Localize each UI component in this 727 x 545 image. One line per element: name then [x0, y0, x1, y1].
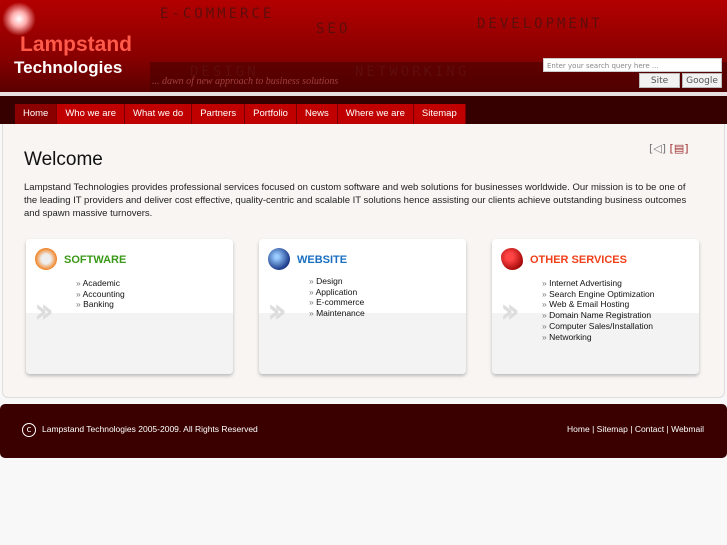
- watermark: SEO: [316, 21, 351, 37]
- footer: c Lampstand Technologies 2005-2009. All …: [0, 404, 727, 458]
- footer-link-sitemap[interactable]: Sitemap: [597, 424, 628, 434]
- print-icon[interactable]: [▤]: [670, 142, 689, 155]
- card-title[interactable]: OTHER SERVICES: [530, 254, 627, 266]
- list-item[interactable]: Domain Name Registration: [542, 310, 654, 321]
- watermark: DEVELOPMENT: [477, 16, 603, 32]
- card-title[interactable]: SOFTWARE: [64, 254, 126, 266]
- nav-partners[interactable]: Partners: [192, 104, 246, 124]
- watermark: NETWORKING: [355, 64, 470, 80]
- copyright-icon: c: [22, 423, 36, 437]
- nav-who-we-are[interactable]: Who we are: [57, 104, 126, 124]
- list-item[interactable]: Accounting: [76, 289, 125, 300]
- list-item[interactable]: Maintenance: [309, 308, 365, 319]
- copyright-text: Lampstand Technologies 2005-2009. All Ri…: [42, 424, 258, 434]
- intro-text: Lampstand Technologies provides professi…: [24, 182, 687, 219]
- list-item[interactable]: Application: [309, 287, 365, 298]
- logo-line1[interactable]: Lampstand: [20, 33, 132, 57]
- logo-line2[interactable]: Technologies: [14, 58, 122, 78]
- list-item[interactable]: Web & Email Hosting: [542, 299, 654, 310]
- watermark: E-COMMERCE: [160, 6, 275, 22]
- footer-link-contact[interactable]: Contact: [635, 424, 664, 434]
- software-icon: [35, 248, 57, 270]
- services-icon: [501, 248, 523, 270]
- page-tools: [◁] [▤]: [649, 142, 689, 155]
- footer-links: Home | Sitemap | Contact | Webmail: [567, 424, 704, 434]
- nav-portfolio[interactable]: Portfolio: [245, 104, 297, 124]
- lamp-icon: [2, 2, 36, 36]
- nav-home[interactable]: Home: [15, 104, 58, 124]
- header: E-COMMERCE SEO DEVELOPMENT DESIGN NETWOR…: [0, 0, 727, 92]
- page-title: Welcome: [24, 149, 103, 170]
- list-item[interactable]: Internet Advertising: [542, 278, 654, 289]
- chevron-icon: ››: [267, 291, 287, 331]
- content: Welcome [◁] [▤] Lampstand Technologies p…: [2, 124, 725, 398]
- separator: |: [630, 424, 633, 434]
- tagline: ... dawn of new approach to business sol…: [152, 76, 339, 87]
- footer-link-webmail[interactable]: Webmail: [671, 424, 704, 434]
- globe-icon: [268, 248, 290, 270]
- separator: |: [592, 424, 595, 434]
- website-card: WEBSITE ›› Design Application E-commerce…: [259, 239, 466, 374]
- search-input[interactable]: Enter your search query here ...: [543, 58, 722, 72]
- back-icon[interactable]: [◁]: [649, 142, 666, 155]
- chevron-icon: ››: [34, 291, 54, 331]
- nav-what-we-do[interactable]: What we do: [125, 104, 193, 124]
- list-item[interactable]: E-commerce: [309, 297, 365, 308]
- list-item[interactable]: Design: [309, 276, 365, 287]
- nav-tabs: Home Who we are What we do Partners Port…: [15, 104, 466, 124]
- list-item[interactable]: Academic: [76, 278, 125, 289]
- site-search-button[interactable]: Site: [639, 73, 680, 88]
- nav-sitemap[interactable]: Sitemap: [413, 104, 466, 124]
- list-item[interactable]: Search Engine Optimization: [542, 289, 654, 300]
- list-item[interactable]: Networking: [542, 332, 654, 343]
- card-title[interactable]: WEBSITE: [297, 254, 347, 266]
- software-card: SOFTWARE ›› Academic Accounting Banking: [26, 239, 233, 374]
- nav-where-we-are[interactable]: Where we are: [337, 104, 414, 124]
- separator: |: [666, 424, 669, 434]
- chevron-icon: ››: [500, 291, 520, 331]
- list-item[interactable]: Computer Sales/Installation: [542, 321, 654, 332]
- nav-news[interactable]: News: [296, 104, 338, 124]
- google-search-button[interactable]: Google: [682, 73, 722, 88]
- other-services-card: OTHER SERVICES ›› Internet Advertising S…: [492, 239, 699, 374]
- list-item[interactable]: Banking: [76, 299, 125, 310]
- footer-link-home[interactable]: Home: [567, 424, 590, 434]
